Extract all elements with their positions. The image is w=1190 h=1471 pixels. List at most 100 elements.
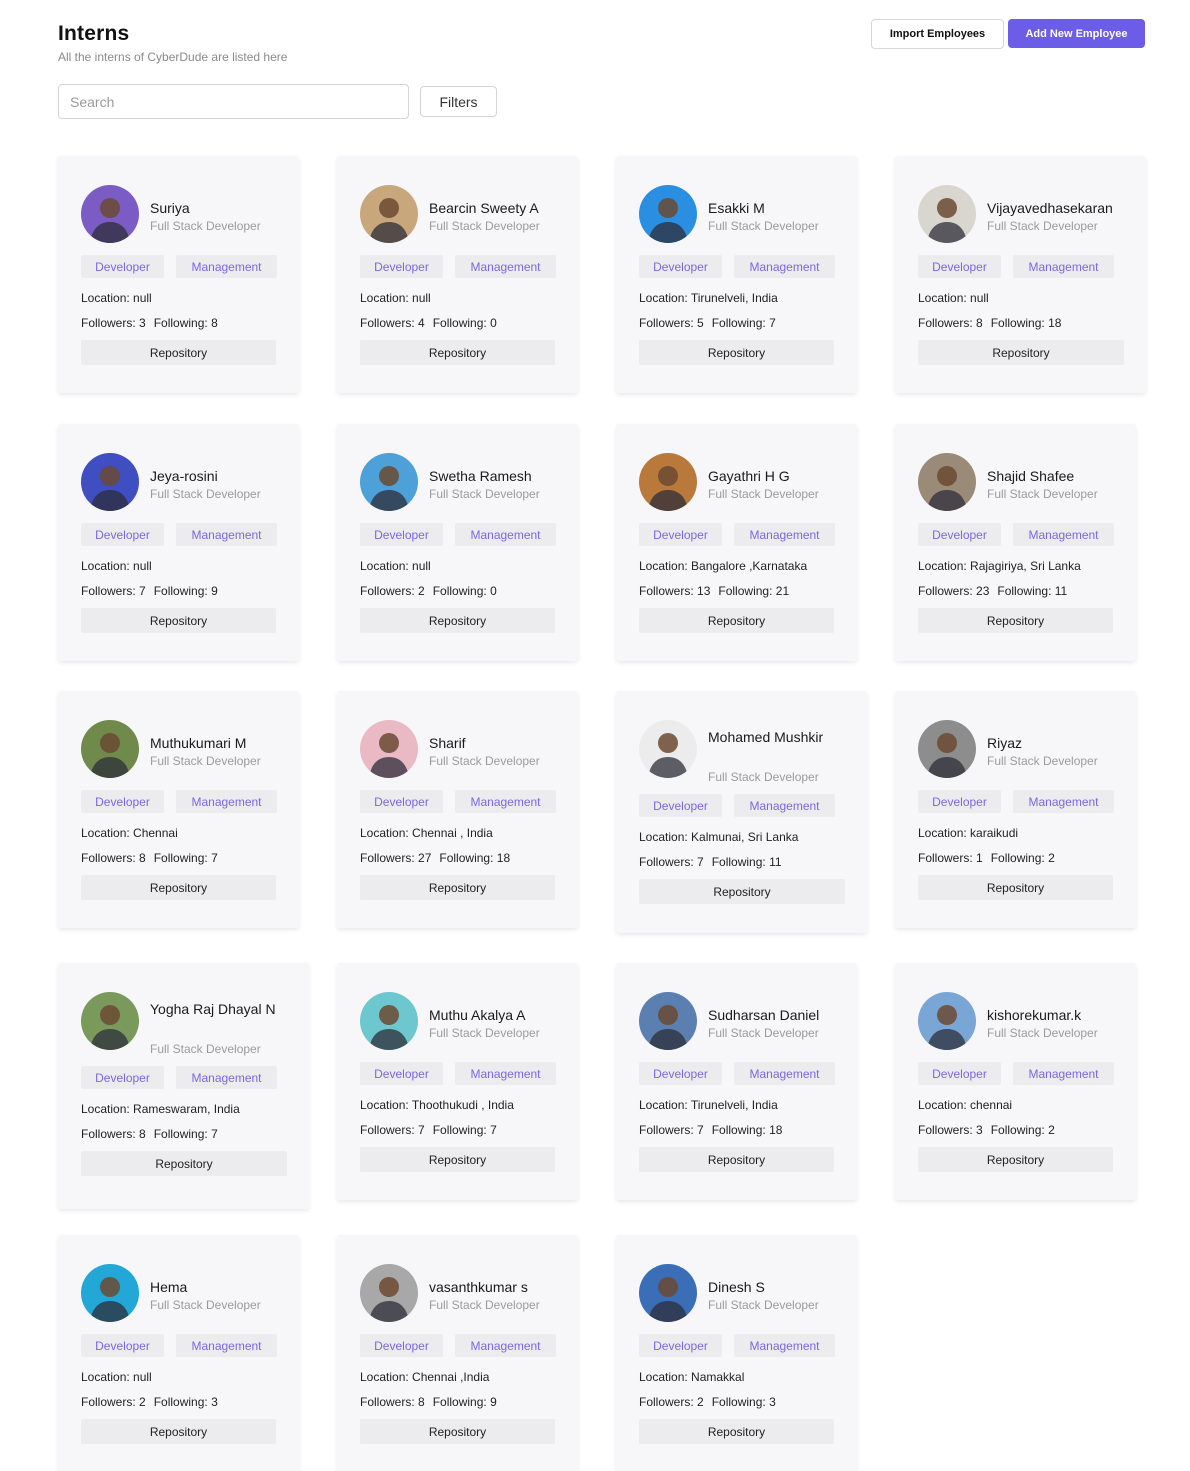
repository-button[interactable]: Repository [81,1151,287,1176]
management-tag[interactable]: Management [734,255,835,278]
location-line: Location: Rajagiriya, Sri Lanka [918,559,1081,573]
location-label: Location: [918,1098,967,1112]
repository-button[interactable]: Repository [639,1419,834,1444]
import-employees-button[interactable]: Import Employees [871,19,1004,49]
management-tag[interactable]: Management [455,1062,556,1085]
intern-role: Full Stack Developer [150,1042,261,1056]
intern-role: Full Stack Developer [987,1026,1098,1040]
repository-button[interactable]: Repository [918,875,1113,900]
repository-button[interactable]: Repository [918,608,1113,633]
developer-tag[interactable]: Developer [918,523,1001,546]
intern-card: Muthukumari M Full Stack Developer Develop… [58,691,299,928]
intern-role: Full Stack Developer [708,487,819,501]
repository-button[interactable]: Repository [918,340,1124,365]
management-tag[interactable]: Management [176,1066,277,1089]
management-tag[interactable]: Management [176,1334,277,1357]
developer-tag[interactable]: Developer [81,1066,164,1089]
management-tag[interactable]: Management [734,794,835,817]
management-tag[interactable]: Management [1013,255,1114,278]
repository-button[interactable]: Repository [81,608,276,633]
developer-tag[interactable]: Developer [639,1062,722,1085]
intern-card: kishorekumar.k Full Stack Developer Develo… [895,963,1136,1200]
repository-button[interactable]: Repository [360,875,555,900]
management-tag[interactable]: Management [1013,1062,1114,1085]
repository-button[interactable]: Repository [639,608,834,633]
developer-tag[interactable]: Developer [360,255,443,278]
management-tag[interactable]: Management [734,523,835,546]
intern-card: Mohamed Mushkir Full Stack Developer Devel… [616,691,867,933]
developer-tag[interactable]: Developer [81,790,164,813]
management-tag[interactable]: Management [455,523,556,546]
developer-tag[interactable]: Developer [360,790,443,813]
following-count: 9 [211,584,218,598]
developer-tag[interactable]: Developer [639,1334,722,1357]
repository-button[interactable]: Repository [360,340,555,365]
developer-tag[interactable]: Developer [360,1062,443,1085]
repository-button[interactable]: Repository [81,340,276,365]
following-count: 3 [211,1395,218,1409]
followers-label: Followers: [81,1395,136,1409]
repository-button[interactable]: Repository [360,1419,555,1444]
management-tag[interactable]: Management [176,523,277,546]
intern-role: Full Stack Developer [987,487,1098,501]
location-line: Location: null [81,291,152,305]
search-input[interactable] [58,84,409,119]
management-tag[interactable]: Management [455,790,556,813]
management-tag[interactable]: Management [455,255,556,278]
repository-button[interactable]: Repository [639,1147,834,1172]
followers-count: 23 [976,584,990,598]
developer-tag[interactable]: Developer [360,523,443,546]
management-tag[interactable]: Management [1013,790,1114,813]
filters-button[interactable]: Filters [420,86,497,117]
developer-tag[interactable]: Developer [918,255,1001,278]
repository-button[interactable]: Repository [639,340,834,365]
repository-button[interactable]: Repository [81,1419,276,1444]
repository-button[interactable]: Repository [639,879,845,904]
developer-tag[interactable]: Developer [81,255,164,278]
management-tag[interactable]: Management [176,255,277,278]
repository-button[interactable]: Repository [360,608,555,633]
followers-label: Followers: [81,584,136,598]
management-tag[interactable]: Management [734,1334,835,1357]
location-value: karaikudi [970,826,1019,840]
management-tag[interactable]: Management [455,1334,556,1357]
followers-label: Followers: [81,851,136,865]
developer-tag[interactable]: Developer [918,790,1001,813]
developer-tag[interactable]: Developer [918,1062,1001,1085]
following-label: Following: [432,1123,487,1137]
avatar [360,992,418,1050]
location-line: Location: Chennai [81,826,178,840]
intern-name: Sharif [429,735,466,751]
location-label: Location: [639,1098,688,1112]
intern-card: Yogha Raj Dhayal N Full Stack Developer De… [58,963,309,1209]
intern-role: Full Stack Developer [708,770,819,784]
intern-role: Full Stack Developer [429,754,540,768]
location-value: Chennai , India [412,826,493,840]
avatar [639,720,697,778]
management-tag[interactable]: Management [734,1062,835,1085]
developer-tag[interactable]: Developer [360,1334,443,1357]
developer-tag[interactable]: Developer [639,523,722,546]
location-value: null [133,559,152,573]
following-count: 18 [769,1123,783,1137]
repository-button[interactable]: Repository [918,1147,1113,1172]
intern-name: Dinesh S [708,1279,765,1295]
repository-button[interactable]: Repository [81,875,276,900]
developer-tag[interactable]: Developer [639,794,722,817]
developer-tag[interactable]: Developer [639,255,722,278]
followers-label: Followers: [639,1123,694,1137]
add-new-employee-button[interactable]: Add New Employee [1008,19,1145,48]
intern-card: Muthu Akalya A Full Stack Developer Develo… [337,963,578,1200]
repository-button[interactable]: Repository [360,1147,555,1172]
developer-tag[interactable]: Developer [81,523,164,546]
location-line: Location: Bangalore ,Karnataka [639,559,807,573]
following-count: 18 [1048,316,1062,330]
location-label: Location: [81,559,130,573]
management-tag[interactable]: Management [1013,523,1114,546]
management-tag[interactable]: Management [176,790,277,813]
following-label: Following: [153,1395,208,1409]
developer-tag[interactable]: Developer [81,1334,164,1357]
follow-stats: Followers: 7 Following: 7 [360,1123,497,1137]
follow-stats: Followers: 4 Following: 0 [360,316,497,330]
location-label: Location: [639,559,688,573]
